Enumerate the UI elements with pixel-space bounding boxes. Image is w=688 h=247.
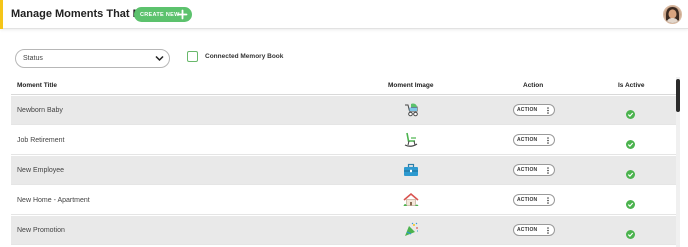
action-button[interactable]: ACTION: [513, 224, 555, 236]
baby-stroller-icon: [403, 102, 419, 118]
table-row: New Employee ACTION: [11, 156, 676, 185]
top-header: Manage Moments That Matter CREATE NEW: [0, 0, 688, 29]
action-label: ACTION: [517, 167, 538, 173]
user-avatar[interactable]: [663, 5, 682, 24]
active-check-icon: [626, 166, 635, 179]
more-vertical-icon: [547, 167, 549, 176]
column-action: Action: [523, 82, 544, 89]
action-label: ACTION: [517, 107, 538, 113]
action-button[interactable]: ACTION: [513, 104, 555, 116]
action-label: ACTION: [517, 227, 538, 233]
more-vertical-icon: [547, 107, 549, 116]
more-vertical-icon: [547, 197, 549, 206]
action-label: ACTION: [517, 137, 538, 143]
action-button[interactable]: ACTION: [513, 194, 555, 206]
header-accent-bar: [0, 0, 3, 29]
active-check-icon: [626, 136, 635, 149]
action-label: ACTION: [517, 197, 538, 203]
more-vertical-icon: [547, 137, 549, 146]
status-dropdown[interactable]: Status: [15, 49, 170, 68]
column-is-active: Is Active: [618, 82, 645, 89]
table-row: New Promotion ACTION: [11, 216, 676, 245]
create-new-button[interactable]: CREATE NEW: [134, 7, 192, 22]
connected-memory-book-label: Connected Memory Book: [205, 53, 284, 60]
table-header: Moment Title Moment Image Action Is Acti…: [11, 77, 676, 95]
active-check-icon: [626, 226, 635, 239]
status-dropdown-value: Status: [23, 55, 43, 62]
rocking-chair-icon: [403, 132, 419, 148]
more-vertical-icon: [547, 227, 549, 236]
column-moment-image: Moment Image: [388, 82, 434, 89]
moment-title: New Employee: [17, 167, 65, 174]
create-new-label: CREATE NEW: [140, 11, 180, 18]
chevron-down-icon: [155, 55, 164, 64]
moment-title: Newborn Baby: [17, 107, 63, 114]
action-button[interactable]: ACTION: [513, 164, 555, 176]
connected-memory-book-checkbox[interactable]: [187, 51, 198, 62]
plus-icon: [176, 8, 189, 21]
table-row: Newborn Baby ACTION: [11, 96, 676, 125]
table-row: Job Retirement ACTION: [11, 126, 676, 155]
active-check-icon: [626, 106, 635, 119]
column-moment-title: Moment Title: [17, 82, 57, 89]
moment-title: Job Retirement: [17, 137, 65, 144]
table-row: New Home - Apartment ACTION: [11, 186, 676, 215]
party-popper-icon: [403, 222, 419, 238]
active-check-icon: [626, 196, 635, 209]
moment-title: New Home - Apartment: [17, 197, 90, 204]
house-icon: [403, 192, 419, 208]
moment-title: New Promotion: [17, 227, 65, 234]
table-scrollbar-thumb[interactable]: [676, 79, 680, 112]
briefcase-icon: [403, 162, 419, 178]
action-button[interactable]: ACTION: [513, 134, 555, 146]
